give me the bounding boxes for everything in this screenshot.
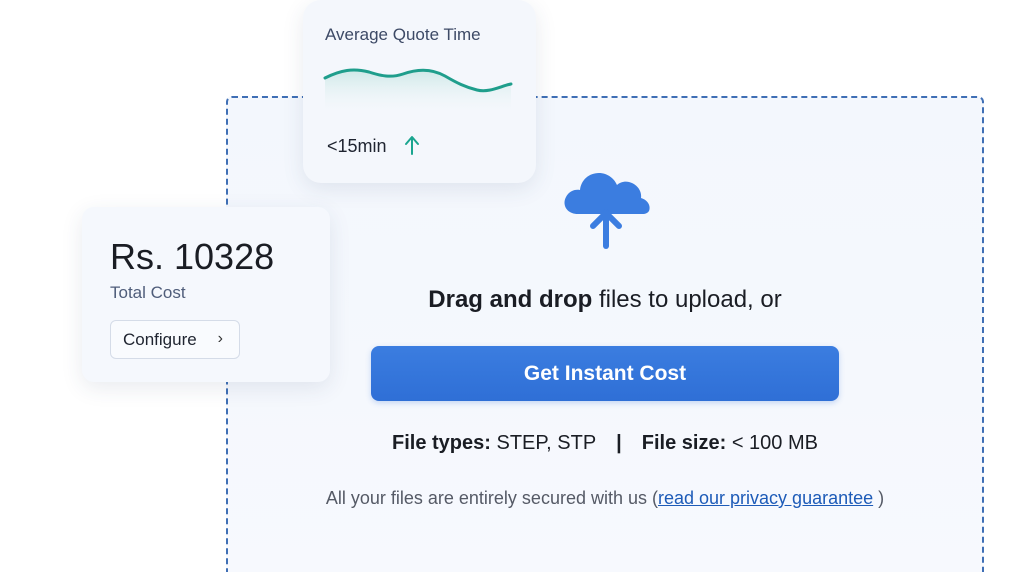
privacy-guarantee-link[interactable]: read our privacy guarantee <box>658 488 873 508</box>
total-cost-label: Total Cost <box>110 283 186 302</box>
security-text: All your files are entirely secured with… <box>325 488 658 508</box>
configure-label: Configure <box>123 329 197 349</box>
chevron-right-icon: › <box>217 330 223 347</box>
drag-drop-rest: files to upload, or <box>592 286 782 313</box>
configure-button[interactable]: Configure › <box>110 320 240 359</box>
security-note: All your files are entirely secured with… <box>226 488 984 509</box>
total-cost-amount: Rs. 10328 <box>110 236 275 277</box>
file-types-value: STEP, STP <box>490 432 597 454</box>
quote-card-title: Average Quote Time <box>325 25 481 44</box>
quote-time-sparkline <box>323 68 513 112</box>
security-close: ) <box>873 488 885 508</box>
total-cost-card: Rs. 10328 Total Cost Configure › <box>82 207 330 382</box>
file-size-value: < 100 MB <box>726 432 818 454</box>
get-instant-cost-button[interactable]: Get Instant Cost <box>371 346 839 401</box>
average-quote-time-card: Average Quote Time <15min <box>303 0 536 183</box>
file-size-label: File size: <box>641 432 727 454</box>
quote-time-value: <15min <box>327 136 387 156</box>
separator: | <box>616 432 622 454</box>
cloud-upload-icon <box>564 173 650 249</box>
arrow-up-icon <box>405 136 419 155</box>
file-types-label: File types: <box>392 432 491 454</box>
drag-drop-text: Drag and drop files to upload, or <box>226 286 984 314</box>
file-requirements: File types: STEP, STP | File size: < 100 M… <box>226 432 984 455</box>
drag-drop-bold: Drag and drop <box>428 286 593 313</box>
